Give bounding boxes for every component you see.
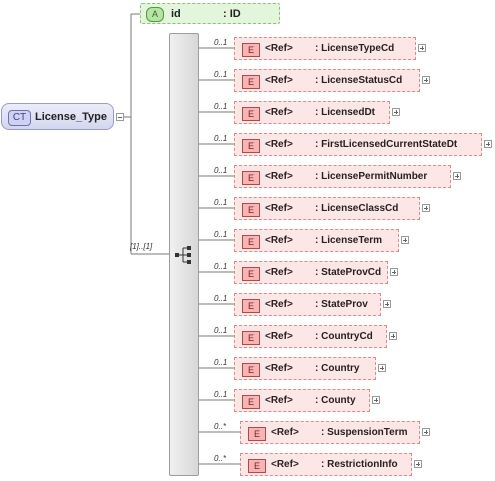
element-cardinality: 0..1 xyxy=(214,102,228,111)
expand-icon[interactable] xyxy=(401,236,409,244)
expand-icon[interactable] xyxy=(378,364,386,372)
element-name: : StateProvCd xyxy=(315,267,382,278)
attribute-name: id xyxy=(171,8,181,20)
expand-icon[interactable] xyxy=(422,204,430,212)
expand-icon[interactable] xyxy=(418,44,426,52)
element-ref: <Ref> xyxy=(265,267,293,278)
expand-icon[interactable] xyxy=(392,108,400,116)
element-cardinality: 0..1 xyxy=(214,230,228,239)
element-name: : SuspensionTerm xyxy=(321,427,408,438)
element-badge: E xyxy=(242,43,260,57)
element-badge: E xyxy=(242,395,260,409)
element-badge: E xyxy=(242,107,260,121)
expand-icon[interactable] xyxy=(414,460,422,468)
element-ref: <Ref> xyxy=(265,299,293,310)
element-node[interactable]: E <Ref> : LicensedDt xyxy=(234,101,390,124)
element-name: : LicenseTerm xyxy=(315,235,383,246)
element-name: : CountryCd xyxy=(315,331,373,342)
element-cardinality: 0..* xyxy=(214,422,227,431)
element-ref: <Ref> xyxy=(265,395,293,406)
expand-icon[interactable] xyxy=(383,300,391,308)
element-badge: E xyxy=(242,299,260,313)
element-node[interactable]: E <Ref> : County xyxy=(234,389,370,412)
element-node[interactable]: E <Ref> : SuspensionTerm xyxy=(240,421,420,444)
element-ref: <Ref> xyxy=(265,363,293,374)
element-ref: <Ref> xyxy=(265,43,293,54)
expand-icon[interactable] xyxy=(484,140,492,148)
element-cardinality: 0..1 xyxy=(214,198,228,207)
element-name: : FirstLicensedCurrentStateDt xyxy=(315,139,458,150)
element-cardinality: 0..1 xyxy=(214,390,228,399)
attribute-node[interactable]: A id : ID xyxy=(140,3,280,24)
element-badge: E xyxy=(248,459,266,473)
element-node[interactable]: E <Ref> : CountryCd xyxy=(234,325,387,348)
element-badge: E xyxy=(242,75,260,89)
element-badge: E xyxy=(248,427,266,441)
element-node[interactable]: E <Ref> : StateProvCd xyxy=(234,261,388,284)
element-name: : RestrictionInfo xyxy=(321,459,398,470)
element-name: : Country xyxy=(315,363,360,374)
element-badge: E xyxy=(242,171,260,185)
expand-icon[interactable] xyxy=(389,332,397,340)
element-name: : LicenseStatusCd xyxy=(315,75,403,86)
element-ref: <Ref> xyxy=(265,139,293,150)
element-cardinality: 0..1 xyxy=(214,38,228,47)
sequence-icon xyxy=(175,246,191,264)
element-badge: E xyxy=(242,235,260,249)
attribute-badge: A xyxy=(146,7,164,22)
complex-type-badge: CT xyxy=(8,110,31,126)
element-badge: E xyxy=(242,139,260,153)
element-node[interactable]: E <Ref> : FirstLicensedCurrentStateDt xyxy=(234,133,482,156)
element-name: : LicenseClassCd xyxy=(315,203,399,214)
element-cardinality: 0..1 xyxy=(214,294,228,303)
element-node[interactable]: E <Ref> : Country xyxy=(234,357,376,380)
element-node[interactable]: E <Ref> : LicenseTypeCd xyxy=(234,37,416,60)
element-cardinality: 0..1 xyxy=(214,70,228,79)
element-node[interactable]: E <Ref> : LicenseTerm xyxy=(234,229,399,252)
complex-type-name: License_Type xyxy=(35,111,107,123)
attribute-type: : ID xyxy=(223,8,241,20)
element-ref: <Ref> xyxy=(265,331,293,342)
element-name: : LicensedDt xyxy=(315,107,376,118)
expand-icon[interactable] xyxy=(422,428,430,436)
element-badge: E xyxy=(242,203,260,217)
sequence-cardinality: [1]..[1] xyxy=(130,242,153,251)
element-node[interactable]: E <Ref> : LicensePermitNumber xyxy=(234,165,451,188)
element-node[interactable]: E <Ref> : StateProv xyxy=(234,293,381,316)
element-cardinality: 0..1 xyxy=(214,134,228,143)
element-ref: <Ref> xyxy=(265,171,293,182)
element-cardinality: 0..1 xyxy=(214,262,228,271)
element-node[interactable]: E <Ref> : LicenseClassCd xyxy=(234,197,420,220)
element-name: : LicensePermitNumber xyxy=(315,171,428,182)
element-badge: E xyxy=(242,331,260,345)
element-cardinality: 0..1 xyxy=(214,358,228,367)
expand-icon[interactable] xyxy=(390,268,398,276)
element-cardinality: 0..* xyxy=(214,454,227,463)
element-name: : LicenseTypeCd xyxy=(315,43,395,54)
element-ref: <Ref> xyxy=(271,427,299,438)
element-ref: <Ref> xyxy=(265,203,293,214)
element-node[interactable]: E <Ref> : RestrictionInfo xyxy=(240,453,412,476)
element-ref: <Ref> xyxy=(265,107,293,118)
element-name: : County xyxy=(315,395,356,406)
expand-icon[interactable] xyxy=(372,396,380,404)
element-badge: E xyxy=(242,363,260,377)
element-ref: <Ref> xyxy=(265,75,293,86)
element-cardinality: 0..1 xyxy=(214,166,228,175)
element-name: : StateProv xyxy=(315,299,368,310)
expand-icon[interactable] xyxy=(422,76,430,84)
expand-icon[interactable] xyxy=(453,172,461,180)
collapse-icon[interactable] xyxy=(116,113,124,121)
element-badge: E xyxy=(242,267,260,281)
element-node[interactable]: E <Ref> : LicenseStatusCd xyxy=(234,69,420,92)
element-ref: <Ref> xyxy=(271,459,299,470)
complex-type-node[interactable]: CT License_Type xyxy=(1,103,114,130)
element-cardinality: 0..1 xyxy=(214,326,228,335)
element-ref: <Ref> xyxy=(265,235,293,246)
